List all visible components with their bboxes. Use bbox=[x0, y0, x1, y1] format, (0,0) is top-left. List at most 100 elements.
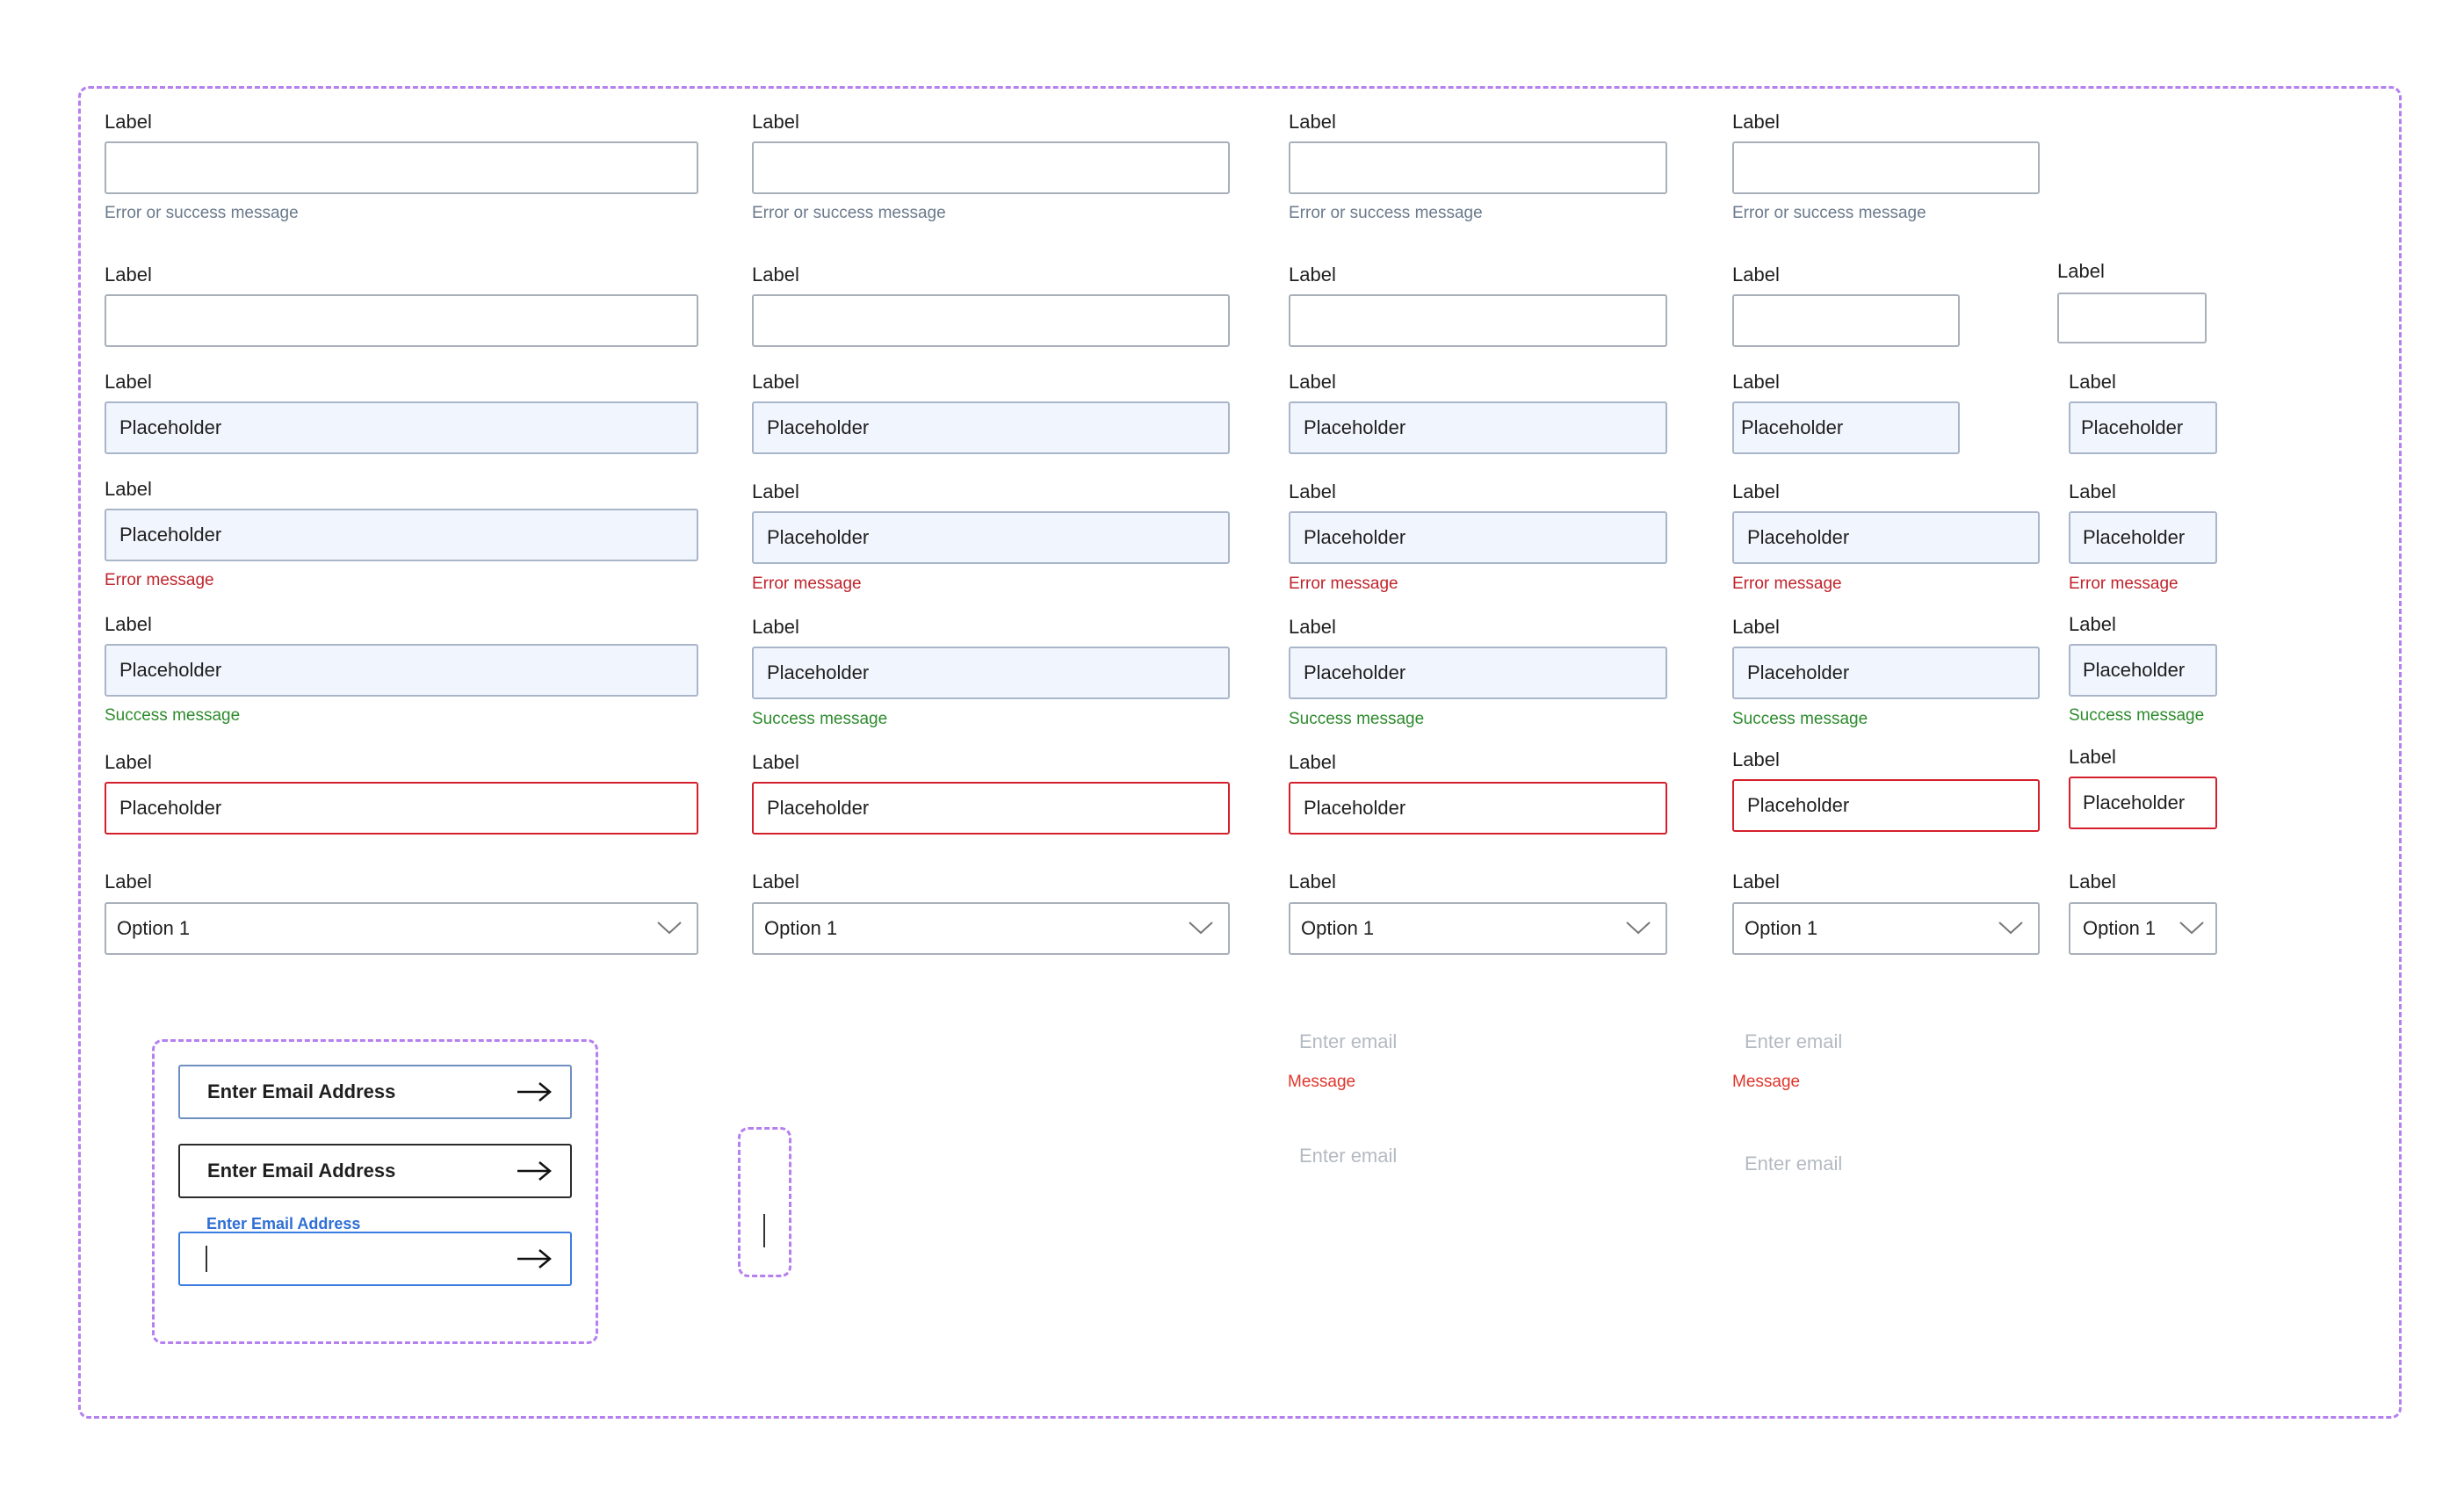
helper-message: Error or success message bbox=[1732, 204, 1926, 222]
chevron-down-icon bbox=[1189, 921, 1213, 935]
field-label: Label bbox=[105, 613, 152, 635]
text-input[interactable] bbox=[752, 294, 1230, 347]
field-label: Label bbox=[1732, 748, 1780, 770]
field-label: Label bbox=[2069, 371, 2116, 393]
email-input-label: Enter Email Address bbox=[207, 1080, 396, 1102]
email-input-hover[interactable]: Enter Email Address bbox=[178, 1144, 572, 1198]
text-input[interactable] bbox=[105, 294, 698, 347]
text-input[interactable]: Placeholder bbox=[105, 401, 698, 454]
text-input[interactable]: Placeholder bbox=[2069, 511, 2217, 564]
chevron-down-icon bbox=[657, 921, 682, 935]
text-input[interactable]: Placeholder bbox=[752, 401, 1230, 454]
email-placeholder-text[interactable]: Enter email bbox=[1745, 1032, 1842, 1052]
field-label: Label bbox=[1289, 371, 1336, 393]
error-message: Error message bbox=[105, 571, 214, 589]
error-message: Error message bbox=[752, 575, 862, 593]
select-value: Option 1 bbox=[764, 917, 838, 939]
field-label: Label bbox=[1289, 751, 1336, 773]
text-input[interactable] bbox=[1732, 141, 2040, 194]
select-value: Option 1 bbox=[117, 917, 191, 939]
text-input-error[interactable]: Placeholder bbox=[752, 782, 1230, 835]
select-dropdown[interactable]: Option 1 bbox=[1732, 902, 2040, 955]
email-input-focused[interactable] bbox=[178, 1232, 572, 1286]
email-input-default[interactable]: Enter Email Address bbox=[178, 1065, 572, 1119]
chevron-down-icon bbox=[1626, 921, 1651, 935]
chevron-down-icon bbox=[1998, 921, 2023, 935]
field-label: Label bbox=[1289, 264, 1336, 285]
field-label: Label bbox=[2069, 871, 2116, 893]
validation-message: Message bbox=[1732, 1073, 1801, 1091]
text-input[interactable] bbox=[2057, 293, 2207, 343]
field-label: Label bbox=[2057, 260, 2105, 282]
validation-message: Message bbox=[1288, 1073, 1356, 1091]
text-input[interactable]: Placeholder bbox=[2069, 644, 2217, 697]
text-input[interactable]: Placeholder bbox=[1289, 511, 1667, 564]
field-label: Label bbox=[752, 751, 799, 773]
field-label: Label bbox=[1732, 111, 1780, 133]
field-label: Label bbox=[105, 371, 152, 393]
field-label: Label bbox=[2069, 613, 2116, 635]
email-placeholder-text[interactable]: Enter email bbox=[1299, 1146, 1397, 1166]
field-label: Label bbox=[752, 616, 799, 638]
arrow-right-icon bbox=[517, 1249, 552, 1268]
select-dropdown[interactable]: Option 1 bbox=[1289, 902, 1667, 955]
field-label: Label bbox=[1289, 481, 1336, 502]
helper-message: Error or success message bbox=[1289, 204, 1483, 222]
select-dropdown[interactable]: Option 1 bbox=[2069, 902, 2217, 955]
field-label: Label bbox=[1732, 871, 1780, 893]
text-input[interactable]: Placeholder bbox=[1289, 401, 1667, 454]
error-message: Error message bbox=[1289, 575, 1398, 593]
field-label: Label bbox=[1732, 481, 1780, 502]
field-label: Label bbox=[105, 264, 152, 285]
error-message: Error message bbox=[2069, 575, 2179, 593]
text-input[interactable] bbox=[752, 141, 1230, 194]
text-input[interactable]: Placeholder bbox=[1732, 647, 2040, 699]
success-message: Success message bbox=[1732, 710, 1868, 728]
select-value: Option 1 bbox=[1301, 917, 1375, 939]
field-label: Label bbox=[1289, 616, 1336, 638]
field-label: Label bbox=[752, 871, 799, 893]
field-label: Label bbox=[2069, 746, 2116, 768]
chevron-down-icon bbox=[2179, 921, 2204, 935]
text-input[interactable]: Placeholder bbox=[752, 647, 1230, 699]
floating-label: Enter Email Address bbox=[203, 1216, 365, 1232]
success-message: Success message bbox=[2069, 706, 2205, 725]
text-input[interactable]: Placeholder bbox=[105, 644, 698, 697]
text-input[interactable] bbox=[1289, 294, 1667, 347]
success-message: Success message bbox=[1289, 710, 1425, 728]
text-input[interactable]: Placeholder bbox=[1732, 401, 1960, 454]
field-label: Label bbox=[752, 371, 799, 393]
field-label: Label bbox=[1289, 111, 1336, 133]
text-caret bbox=[763, 1214, 765, 1247]
text-input[interactable] bbox=[105, 141, 698, 194]
select-dropdown[interactable]: Option 1 bbox=[105, 902, 698, 955]
text-input-error[interactable]: Placeholder bbox=[1732, 779, 2040, 832]
text-input-error[interactable]: Placeholder bbox=[1289, 782, 1667, 835]
text-input[interactable]: Placeholder bbox=[1732, 511, 2040, 564]
success-message: Success message bbox=[752, 710, 888, 728]
email-input-label: Enter Email Address bbox=[207, 1160, 396, 1182]
email-placeholder-text[interactable]: Enter email bbox=[1745, 1154, 1842, 1174]
field-label: Label bbox=[105, 871, 152, 893]
caret-component-frame bbox=[738, 1127, 791, 1277]
text-input-error[interactable]: Placeholder bbox=[2069, 777, 2217, 829]
field-label: Label bbox=[1732, 616, 1780, 638]
field-label: Label bbox=[752, 111, 799, 133]
text-input-error[interactable]: Placeholder bbox=[105, 782, 698, 835]
field-label: Label bbox=[105, 751, 152, 773]
field-label: Label bbox=[1289, 871, 1336, 893]
field-label: Label bbox=[1732, 371, 1780, 393]
text-input[interactable] bbox=[1732, 294, 1960, 347]
text-input[interactable]: Placeholder bbox=[2069, 401, 2217, 454]
arrow-right-icon bbox=[517, 1161, 552, 1181]
text-input[interactable]: Placeholder bbox=[105, 509, 698, 561]
field-label: Label bbox=[752, 264, 799, 285]
select-dropdown[interactable]: Option 1 bbox=[752, 902, 1230, 955]
field-label: Label bbox=[2069, 481, 2116, 502]
text-input[interactable]: Placeholder bbox=[752, 511, 1230, 564]
text-input[interactable] bbox=[1289, 141, 1667, 194]
error-message: Error message bbox=[1732, 575, 1842, 593]
helper-message: Error or success message bbox=[752, 204, 946, 222]
email-placeholder-text[interactable]: Enter email bbox=[1299, 1032, 1397, 1052]
text-input[interactable]: Placeholder bbox=[1289, 647, 1667, 699]
